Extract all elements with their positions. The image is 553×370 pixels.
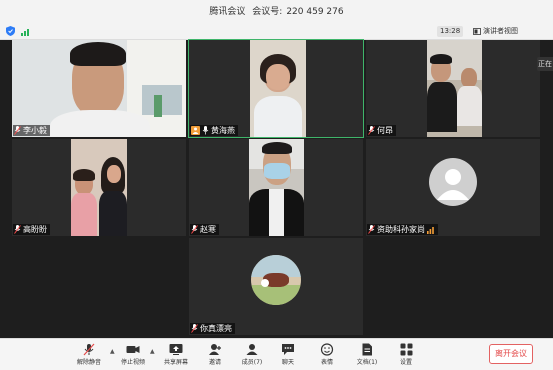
video-grid: 李小毅 黄海燕 何昂 高盼盼 赵寒 资助科孙家尚 你真漂亮 正在 <box>0 39 553 338</box>
meeting-id-label: 会议号: <box>252 7 283 17</box>
participant-label: 高盼盼 <box>13 224 50 235</box>
chat-icon <box>282 344 294 355</box>
video-feed <box>250 40 306 137</box>
mic-muted-icon <box>83 343 95 356</box>
audio-options-caret-icon[interactable]: ▲ <box>110 348 115 355</box>
title-bar: 腾讯会议 会议号: 220 459 276 <box>0 0 553 25</box>
shield-icon[interactable] <box>6 26 15 36</box>
meeting-info-bar: 13:28 演讲者视图 <box>0 24 553 40</box>
document-icon <box>362 343 372 356</box>
participant-label: 资助科孙家尚 <box>367 224 438 235</box>
unmute-label: 解除静音 <box>76 359 101 366</box>
meeting-timer: 13:28 <box>437 26 464 37</box>
members-icon <box>246 344 258 355</box>
participant-name: 何昂 <box>377 126 393 135</box>
app-name: 腾讯会议 <box>209 7 246 17</box>
participant-label: 何昂 <box>367 125 396 136</box>
documents-button[interactable]: 文档(1) <box>351 341 383 369</box>
signal-strength-icon[interactable] <box>21 27 31 36</box>
mic-icon <box>202 126 209 135</box>
chat-button[interactable]: 聊天 <box>272 341 304 369</box>
speaker-view-button[interactable]: 演讲者视图 <box>473 26 518 37</box>
settings-label: 设置 <box>399 359 412 366</box>
video-tile[interactable]: 赵寒 <box>189 139 363 236</box>
side-panel-tab[interactable]: 正在 <box>537 57 553 71</box>
participant-name: 赵寒 <box>200 225 216 234</box>
unmute-button[interactable]: 解除静音 <box>73 341 105 369</box>
mic-muted-icon <box>368 126 375 135</box>
reactions-button[interactable]: 表情 <box>311 341 343 369</box>
mic-muted-icon <box>191 225 198 234</box>
video-tile[interactable]: 李小毅 <box>12 40 186 137</box>
members-button[interactable]: 成员(7) <box>236 341 268 369</box>
video-tile[interactable]: 何昂 <box>366 40 540 137</box>
video-feed <box>249 139 304 236</box>
window-title: 腾讯会议 会议号: 220 459 276 <box>0 4 553 17</box>
settings-button[interactable]: 设置 <box>390 341 422 369</box>
video-camera-icon <box>126 346 140 353</box>
video-feed <box>71 139 127 236</box>
participant-name: 黄海燕 <box>211 126 235 135</box>
add-user-icon <box>209 344 221 355</box>
video-tile[interactable]: 你真漂亮 <box>189 238 363 335</box>
participant-label: 李小毅 <box>13 125 50 136</box>
participant-label: 你真漂亮 <box>190 323 235 334</box>
video-tile[interactable]: 资助科孙家尚 <box>366 139 540 236</box>
members-label: 成员(7) <box>241 359 263 366</box>
video-feed <box>427 40 482 137</box>
mic-muted-icon <box>14 126 21 135</box>
documents-label: 文档(1) <box>356 359 378 366</box>
stop-video-button[interactable]: 停止视频 <box>117 341 149 369</box>
participant-name: 高盼盼 <box>23 225 47 234</box>
participant-name: 资助科孙家尚 <box>377 225 425 234</box>
leave-meeting-button[interactable]: 离开会议 <box>489 344 533 364</box>
avatar <box>251 255 301 305</box>
invite-button[interactable]: 邀请 <box>199 341 231 369</box>
video-tile[interactable]: 高盼盼 <box>12 139 186 236</box>
mic-muted-icon <box>191 324 198 333</box>
share-screen-icon <box>169 344 183 355</box>
layout-icon <box>473 28 481 35</box>
avatar <box>429 158 477 206</box>
network-signal-icon <box>427 226 434 234</box>
meeting-id: 220 459 276 <box>286 7 344 17</box>
invite-label: 邀请 <box>208 359 221 366</box>
stop-video-label: 停止视频 <box>120 359 145 366</box>
video-options-caret-icon[interactable]: ▲ <box>150 348 155 355</box>
meeting-toolbar: 解除静音 ▲ 停止视频 ▲ 共享屏幕 邀请 成员(7) 聊天 表情 文档(1) … <box>0 338 553 370</box>
participant-label: 黄海燕 <box>190 125 238 136</box>
speaker-view-label: 演讲者视图 <box>483 27 518 35</box>
share-screen-label: 共享屏幕 <box>163 359 188 366</box>
mic-muted-icon <box>14 225 21 234</box>
host-icon <box>191 126 200 135</box>
grid-apps-icon <box>400 343 412 356</box>
share-screen-button[interactable]: 共享屏幕 <box>160 341 192 369</box>
reactions-label: 表情 <box>320 359 333 366</box>
smiley-icon <box>320 343 334 356</box>
participant-label: 赵寒 <box>190 224 219 235</box>
participant-name: 你真漂亮 <box>200 324 232 333</box>
video-feed <box>12 40 186 137</box>
video-tile-active-speaker[interactable]: 黄海燕 <box>188 39 364 138</box>
mic-muted-icon <box>368 225 375 234</box>
chat-label: 聊天 <box>281 359 294 366</box>
participant-name: 李小毅 <box>23 126 47 135</box>
